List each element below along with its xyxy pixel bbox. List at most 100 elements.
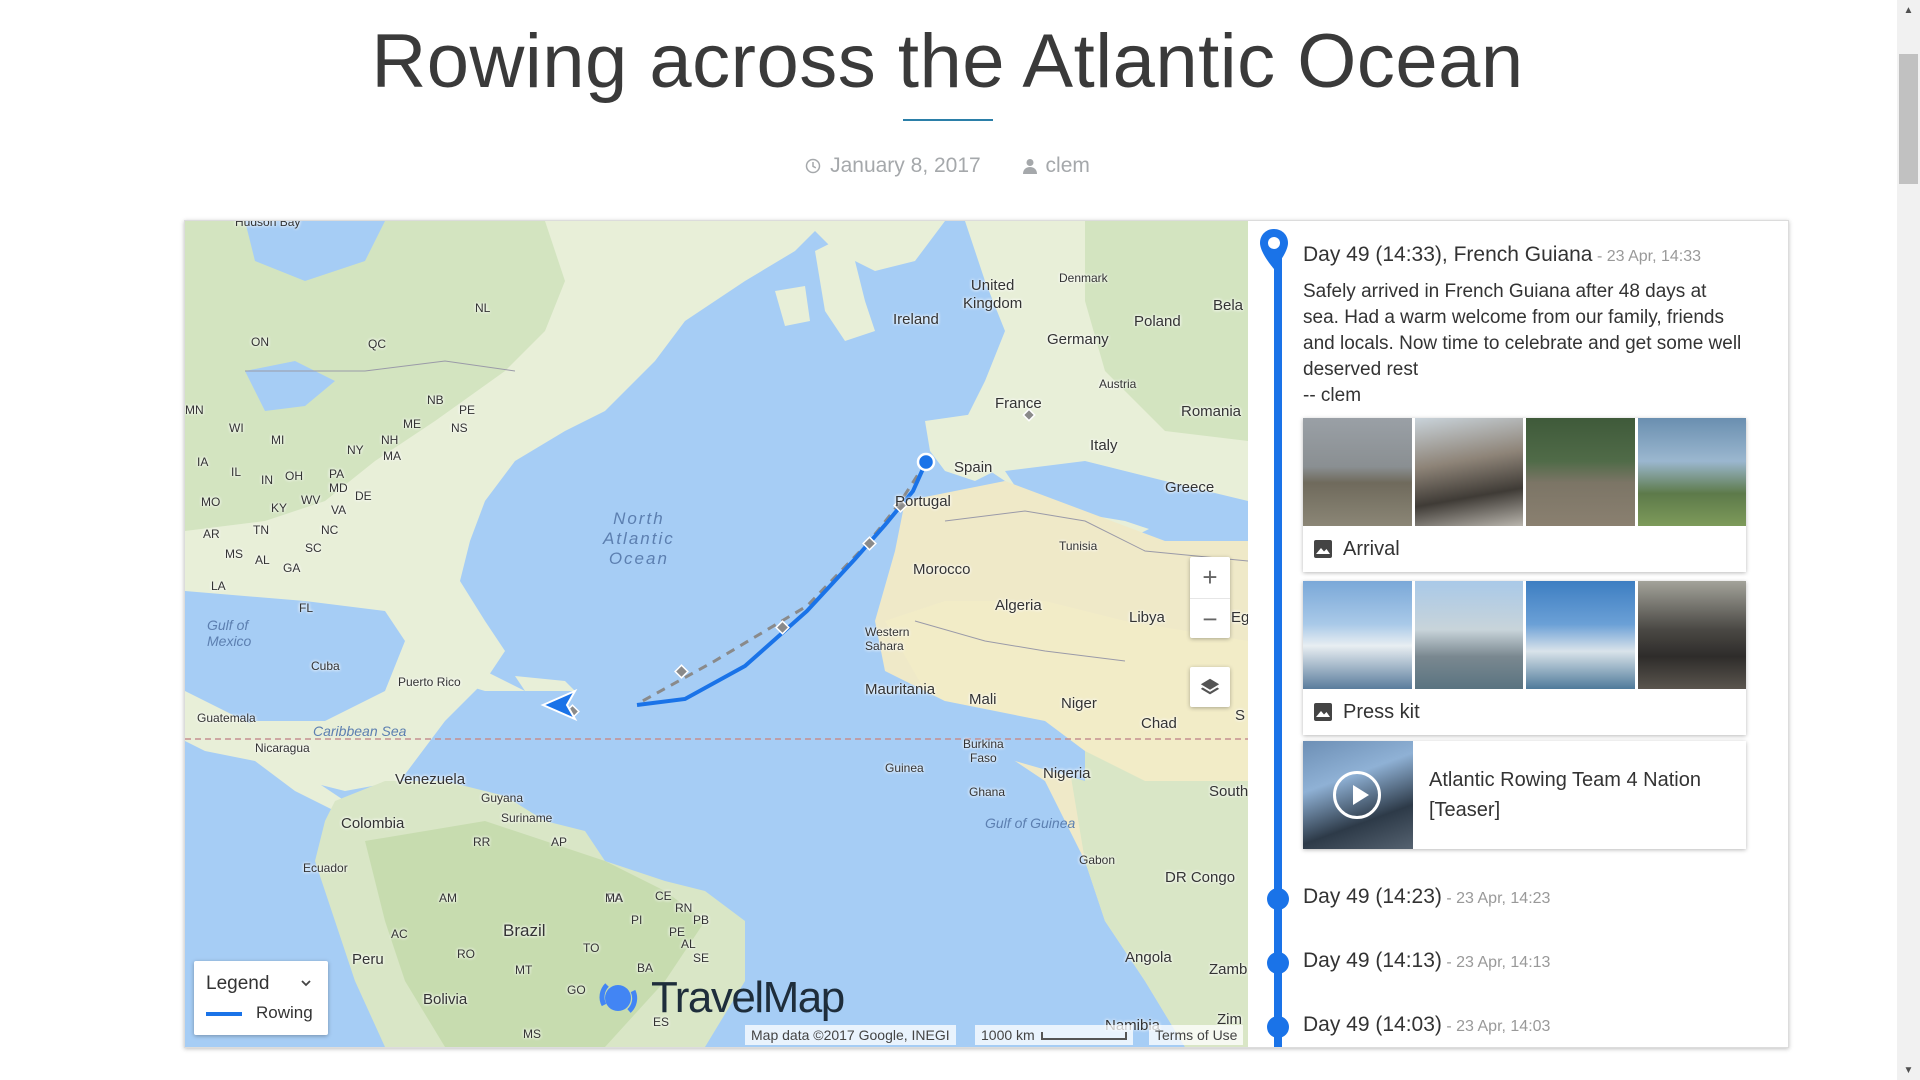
map-label: NS	[451, 421, 468, 435]
map-label: OH	[285, 469, 303, 483]
map-label: Colombia	[341, 815, 405, 832]
timeline-entry-title[interactable]: Day 49 (14:13) - 23 Apr, 14:13	[1303, 949, 1550, 973]
page-title: Rowing across the Atlantic Ocean	[371, 19, 1524, 104]
map-label: MS	[523, 1027, 541, 1041]
terms-link[interactable]: Terms of Use	[1149, 1025, 1244, 1045]
map-label: PE	[459, 403, 476, 417]
album-photo[interactable]	[1303, 581, 1412, 689]
map-label: Burkina Faso	[963, 737, 1004, 765]
map-label: IA	[197, 455, 209, 469]
map-label: MA	[383, 449, 401, 463]
map-label: Puerto Rico	[398, 675, 461, 689]
album-photo[interactable]	[1414, 418, 1523, 526]
album-photo[interactable]	[1526, 418, 1635, 526]
timeline-entry-title[interactable]: Day 49 (14:33), French Guiana - 23 Apr, …	[1303, 243, 1701, 267]
map-label: TO	[583, 941, 600, 955]
album-photo[interactable]	[1637, 581, 1746, 689]
map-label: Guinea	[885, 761, 924, 775]
map-label: Austria	[1099, 377, 1137, 391]
video-title[interactable]: Atlantic Rowing Team 4 Nation [Teaser]	[1429, 765, 1739, 825]
timeline-dot[interactable]	[1267, 952, 1289, 974]
entry-text: Safely arrived in French Guiana after 48…	[1303, 281, 1742, 380]
entry-title-text: Day 49 (14:23)	[1303, 885, 1442, 908]
map-label: Gulf of Guinea	[985, 815, 1076, 831]
timeline-dot[interactable]	[1267, 1016, 1289, 1038]
map-label: DR Congo	[1165, 869, 1236, 886]
layers-icon	[1200, 678, 1220, 695]
map-label: Bela	[1213, 297, 1244, 314]
map-label: Suriname	[501, 811, 553, 825]
entry-time: - 23 Apr, 14:03	[1441, 1018, 1551, 1035]
brand-text: TravelMap	[651, 973, 845, 1022]
page-scroll-thumb[interactable]	[1899, 54, 1918, 184]
map-label: Chad	[1141, 715, 1177, 732]
map-label: Poland	[1134, 313, 1181, 330]
author-link[interactable]: clem	[1046, 154, 1090, 178]
video-card[interactable]: Atlantic Rowing Team 4 Nation [Teaser]	[1303, 741, 1746, 849]
map-label: Portugal	[895, 493, 951, 510]
map-attribution: Map data ©2017 Google, INEGI	[745, 1025, 956, 1045]
album-title: Press kit	[1343, 700, 1420, 723]
map-label: Hudson Bay	[235, 221, 301, 229]
map-label: AL	[255, 553, 270, 567]
title-divider	[903, 119, 993, 121]
map-label: South	[1209, 783, 1248, 800]
layers-button[interactable]	[1190, 667, 1230, 707]
map-label: GA	[283, 561, 301, 575]
entry-time: - 23 Apr, 14:13	[1441, 954, 1551, 971]
ocean-label: North Atlantic Ocean	[603, 509, 675, 568]
timeline-line	[1274, 241, 1282, 1047]
map-label: PB	[693, 913, 710, 927]
map-label: Ireland	[893, 311, 939, 328]
timeline-panel[interactable]: Day 49 (14:33), French Guiana - 23 Apr, …	[1249, 221, 1788, 1047]
play-icon[interactable]	[1333, 771, 1381, 819]
map-label: Germany	[1047, 331, 1109, 348]
map-label: Denmark	[1059, 271, 1108, 285]
album-caption[interactable]: Arrival	[1303, 526, 1746, 572]
map-label: GO	[567, 983, 586, 997]
map-label: Ecuador	[303, 861, 348, 875]
album-photo[interactable]	[1303, 418, 1412, 526]
map-label: NH	[381, 433, 399, 447]
map[interactable]: Hudson Bay NL ON QC NB PE NS ME MN WI MI…	[185, 221, 1248, 1047]
entry-body: Safely arrived in French Guiana after 48…	[1303, 279, 1743, 409]
album-photo[interactable]	[1637, 418, 1746, 526]
album-caption[interactable]: Press kit	[1303, 689, 1746, 735]
page-scroll-down-arrow[interactable]: ▼	[1897, 1060, 1920, 1080]
album-card[interactable]: Arrival	[1303, 418, 1746, 572]
timeline-entry-title[interactable]: Day 49 (14:23) - 23 Apr, 14:23	[1303, 885, 1550, 909]
zoom-out-button[interactable]: −	[1190, 598, 1230, 639]
map-label: IN	[261, 473, 273, 487]
album-photo[interactable]	[1414, 581, 1523, 689]
zoom-in-button[interactable]: +	[1190, 557, 1230, 597]
map-pin-icon[interactable]	[1259, 228, 1289, 270]
album-title: Arrival	[1343, 537, 1400, 560]
travelmap-logo[interactable]: TravelMap	[595, 973, 845, 1023]
post-date: January 8, 2017	[805, 154, 981, 178]
entry-title-text: Day 49 (14:03)	[1303, 1013, 1442, 1036]
map-label: ON	[251, 335, 269, 349]
map-label: MA	[605, 891, 623, 905]
timeline-dot[interactable]	[1267, 888, 1289, 910]
map-label: Morocco	[913, 561, 971, 578]
map-legend[interactable]: Legend Rowing	[194, 961, 328, 1035]
map-label: LA	[211, 579, 226, 593]
page-scroll-up-arrow[interactable]: ▲	[1897, 0, 1920, 20]
clock-icon	[805, 158, 821, 174]
map-label: RN	[675, 901, 693, 915]
post-meta: January 8, 2017 clem	[0, 154, 1895, 180]
scale-bar	[1040, 1032, 1127, 1041]
map-label: Peru	[352, 951, 384, 968]
map-label: NL	[475, 301, 491, 315]
map-label: PI	[631, 913, 643, 927]
timeline-entry-title[interactable]: Day 49 (14:03) - 23 Apr, 14:03	[1303, 1013, 1550, 1037]
album-card[interactable]: Press kit	[1303, 581, 1746, 735]
map-label: MI	[271, 433, 285, 447]
map-label: Italy	[1090, 437, 1118, 454]
map-label: IL	[231, 465, 242, 479]
video-thumbnail[interactable]	[1303, 741, 1413, 849]
map-label: SE	[693, 951, 710, 965]
album-photo[interactable]	[1526, 581, 1635, 689]
map-label: AC	[391, 927, 408, 941]
chevron-down-icon[interactable]	[299, 976, 313, 990]
